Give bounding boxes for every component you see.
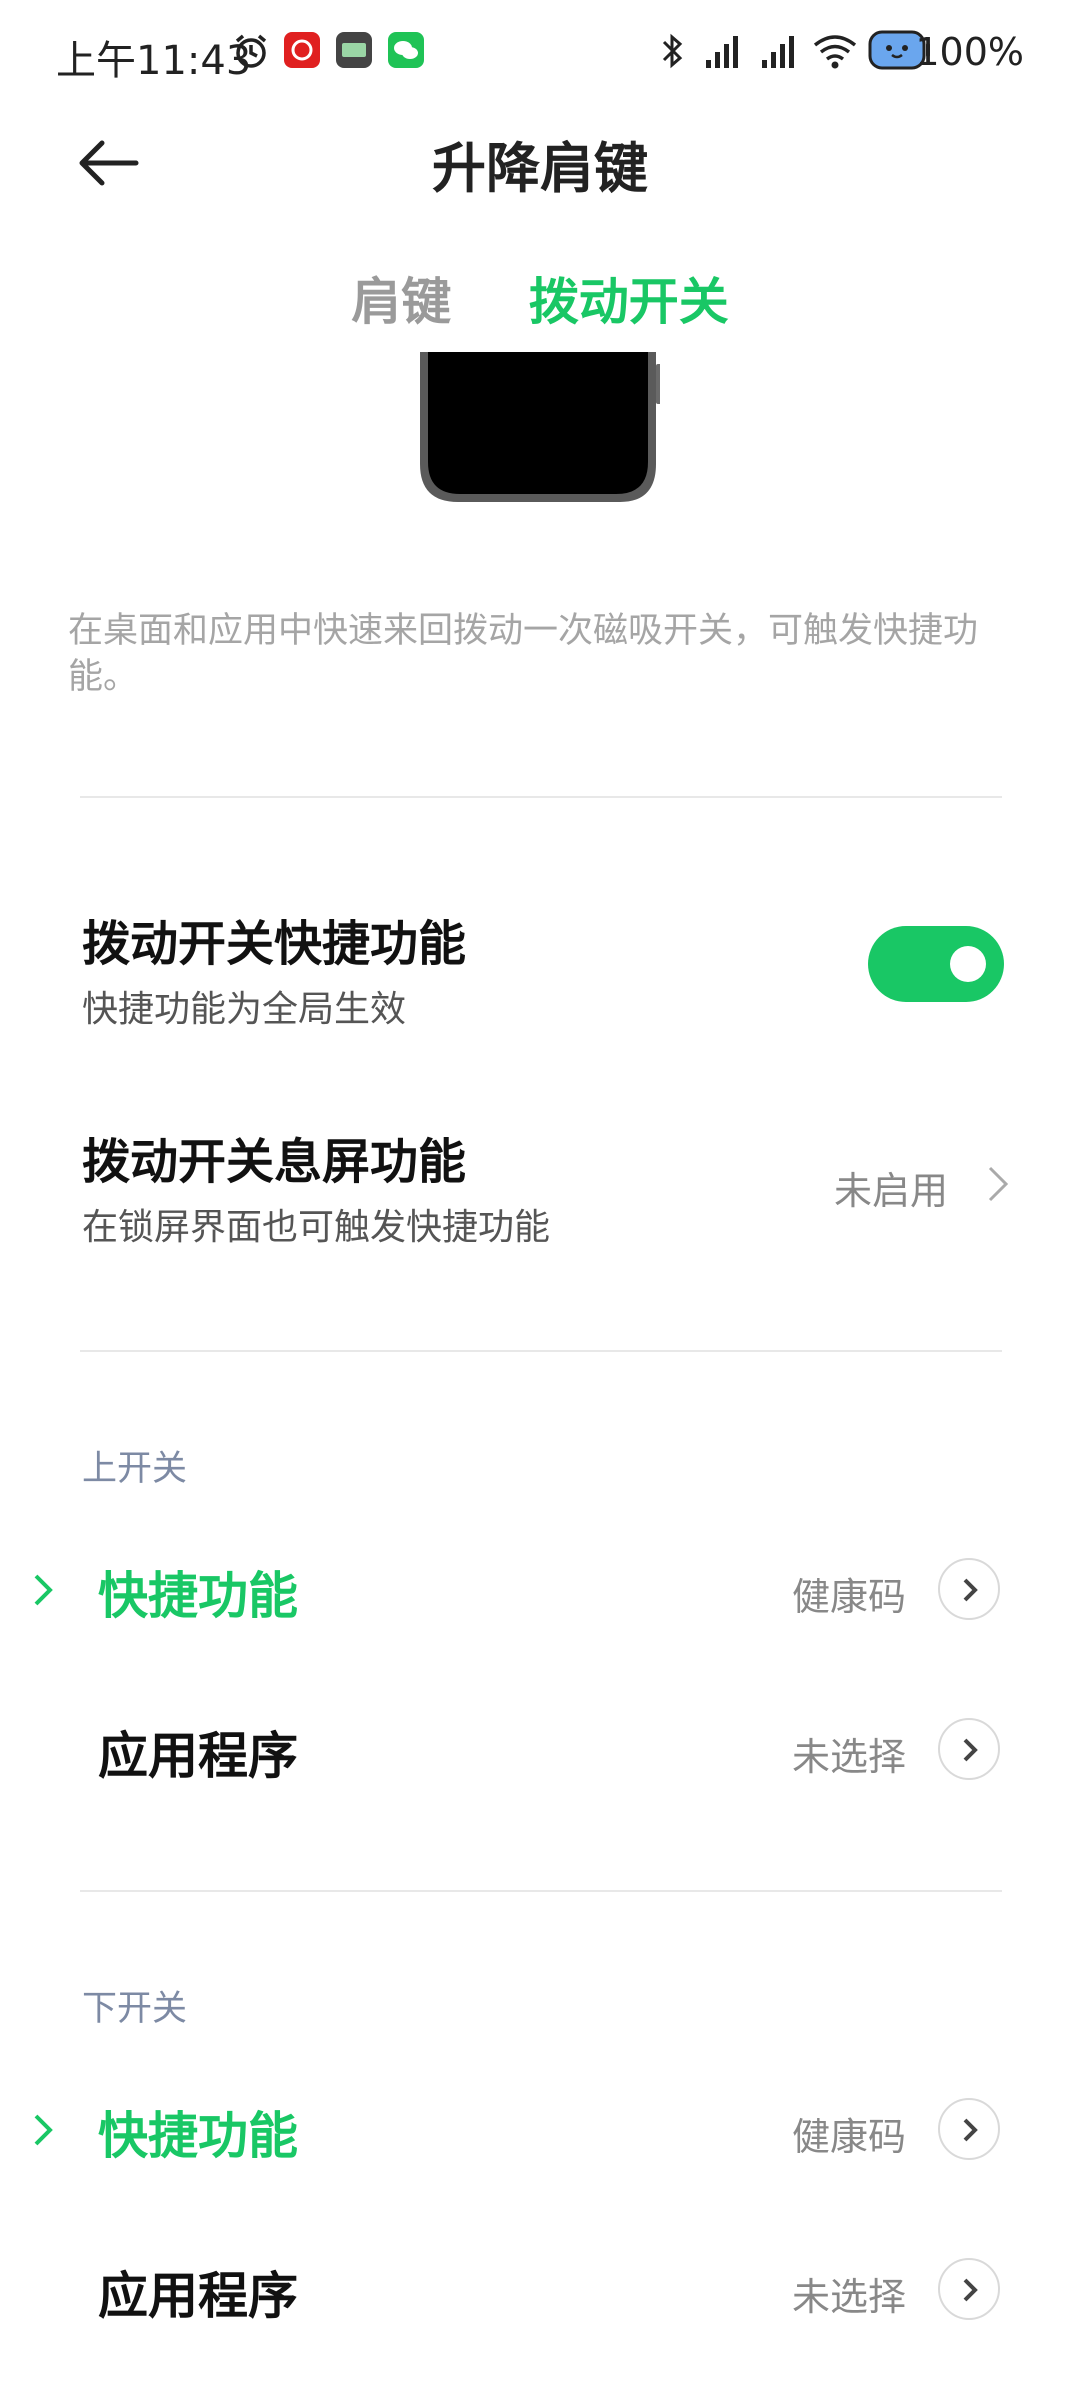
chevron-right-icon [963, 1578, 978, 1602]
music-app-icon [284, 32, 320, 68]
selected-indicator-icon [34, 2114, 53, 2146]
lower-quick-function-button[interactable] [938, 2098, 1000, 2160]
tab-shoulder-key[interactable]: 肩键 [351, 262, 451, 334]
toggle-knob [950, 946, 986, 982]
lower-quick-function-value: 健康码 [792, 2115, 907, 2159]
chevron-right-icon [963, 2278, 978, 2302]
tab-bar: 肩键 拨动开关 [0, 262, 1080, 334]
upper-app-value: 未选择 [792, 1735, 907, 1779]
wallet-app-icon [336, 32, 372, 68]
upper-quick-function-button[interactable] [938, 1558, 1000, 1620]
screen-off-subtitle: 在锁屏界面也可触发快捷功能 [82, 1207, 551, 1248]
quick-function-title: 拨动开关快捷功能 [82, 916, 467, 972]
section-header-upper: 上开关 [82, 1449, 188, 1489]
upper-quick-function-value: 健康码 [792, 1575, 907, 1619]
alarm-icon [235, 34, 267, 68]
chevron-right-icon [963, 1738, 978, 1762]
wechat-icon [388, 32, 424, 68]
upper-quick-function-label[interactable]: 快捷功能 [98, 1556, 298, 1628]
divider [80, 796, 1002, 798]
status-time: 上午11:43 [56, 38, 252, 84]
tab-toggle-switch[interactable]: 拨动开关 [529, 262, 729, 334]
phone-illustration [420, 352, 660, 502]
quick-function-toggle[interactable] [868, 926, 1004, 1002]
screen-off-value[interactable]: 未启用 [834, 1160, 948, 1215]
signal-icon [706, 36, 738, 68]
upper-app-label[interactable]: 应用程序 [98, 1716, 298, 1788]
bluetooth-icon [662, 33, 683, 69]
lower-app-label[interactable]: 应用程序 [98, 2256, 298, 2328]
section-header-lower: 下开关 [82, 1989, 188, 2029]
divider [80, 1890, 1002, 1892]
page-title: 升降肩键 [432, 137, 648, 200]
selected-indicator-icon [34, 1574, 53, 1606]
status-bar: 上午11:43 100% [0, 0, 1080, 100]
signal-icon-2 [762, 36, 794, 68]
quick-function-subtitle: 快捷功能为全局生效 [82, 989, 407, 1030]
chevron-right-icon [963, 2118, 978, 2142]
lower-app-button[interactable] [938, 2258, 1000, 2320]
upper-app-button[interactable] [938, 1718, 1000, 1780]
divider [80, 1350, 1002, 1352]
screen-off-title[interactable]: 拨动开关息屏功能 [82, 1122, 466, 1192]
wifi-icon [813, 35, 857, 69]
battery-level: 100% [915, 30, 1024, 74]
chevron-right-icon [988, 1166, 1009, 1202]
lower-app-value: 未选择 [792, 2275, 907, 2319]
lower-quick-function-label[interactable]: 快捷功能 [98, 2096, 298, 2168]
feature-description: 在桌面和应用中快速来回拨动一次磁吸开关，可触发快捷功能。 [68, 611, 979, 697]
